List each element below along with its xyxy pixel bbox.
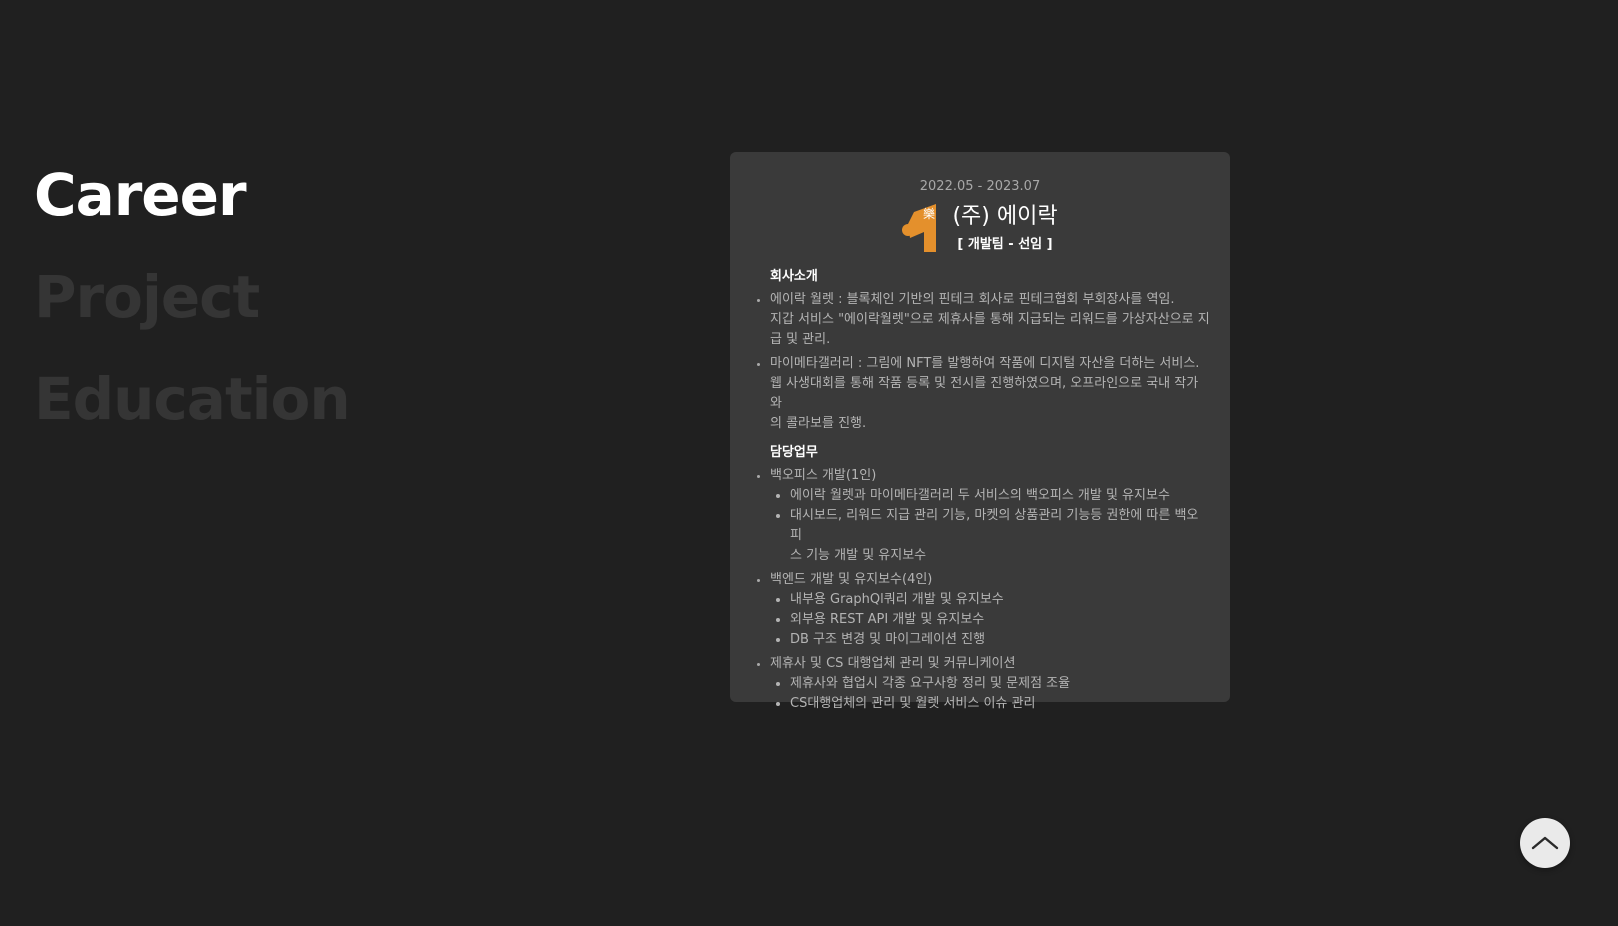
duty-item: 제휴사 및 CS 대행업체 관리 및 커뮤니케이션 제휴사와 협업시 각종 요구… <box>770 654 1210 714</box>
intro-line: 지갑 서비스 "에이락월렛"으로 제휴사를 통해 지급되는 리워드를 가상자산으… <box>770 312 1210 327</box>
duty-sub-line: CS대행업체의 관리 및 월렛 서비스 이슈 관리 <box>790 696 1036 711</box>
company-logo-glyph: 樂 <box>923 206 935 221</box>
intro-line: 의 콜라보를 진행. <box>770 416 867 431</box>
duty-label: 백오피스 개발(1인) <box>770 468 877 483</box>
duty-sub-line: DB 구조 변경 및 마이그레이션 진행 <box>790 632 986 647</box>
intro-line: 급 및 관리. <box>770 332 831 347</box>
duty-sub-line: 대시보드, 리워드 지급 관리 기능, 마켓의 상품관리 기능등 권한에 따른 … <box>790 508 1199 543</box>
chevron-up-icon <box>1531 836 1559 850</box>
intro-item: 마이메타갤러리 : 그림에 NFT를 발행하여 작품에 디지털 자산을 더하는 … <box>770 354 1210 434</box>
company-name: (주) 에이락 <box>952 204 1058 229</box>
duty-label: 백엔드 개발 및 유지보수(4인) <box>770 572 933 587</box>
duty-sub-line: 내부용 GraphQl쿼리 개발 및 유지보수 <box>790 592 1004 607</box>
duty-sub-item: 대시보드, 리워드 지급 관리 기능, 마켓의 상품관리 기능등 권한에 따른 … <box>790 506 1210 566</box>
duty-sub-item: DB 구조 변경 및 마이그레이션 진행 <box>790 630 1210 650</box>
duty-sub-line: 에이락 월렛과 마이메타갤러리 두 서비스의 백오피스 개발 및 유지보수 <box>790 488 1170 503</box>
duty-sub-item: 제휴사와 협업시 각종 요구사항 정리 및 문제점 조율 <box>790 674 1210 694</box>
company-text: (주) 에이락 [ 개발팀 - 선임 ] <box>952 202 1057 254</box>
duty-label: 제휴사 및 CS 대행업체 관리 및 커뮤니케이션 <box>770 656 1016 671</box>
nav-item-education[interactable]: Education <box>34 348 351 450</box>
nav-item-project[interactable]: Project <box>34 246 350 348</box>
company-header: 樂 (주) 에이락 [ 개발팀 - 선임 ] <box>750 202 1210 258</box>
duty-list: 백오피스 개발(1인) 에이락 월렛과 마이메타갤러리 두 서비스의 백오피스 … <box>750 466 1210 714</box>
duty-sub-list: 제휴사와 협업시 각종 요구사항 정리 및 문제점 조율 CS대행업체의 관리 … <box>770 674 1210 714</box>
duty-title: 담당업무 <box>770 445 818 460</box>
company-logo-icon: 樂 <box>902 204 937 252</box>
intro-line: 웹 사생대회를 통해 작품 등록 및 전시를 진행하였으며, 오프라인으로 국내… <box>770 376 1199 411</box>
career-card: 2022.05 - 2023.07 樂 (주) 에이락 [ 개발팀 - 선임 ]… <box>730 152 1230 711</box>
page: Career Project Education 2022.05 - 2023.… <box>0 0 1618 926</box>
duty-sub-line: 제휴사와 협업시 각종 요구사항 정리 및 문제점 조율 <box>790 676 1071 691</box>
duty-sub-line: 스 기능 개발 및 유지보수 <box>790 548 927 563</box>
scroll-top-button[interactable] <box>1520 818 1570 868</box>
intro-line: 마이메타갤러리 : 그림에 NFT를 발행하여 작품에 디지털 자산을 더하는 … <box>770 356 1200 371</box>
career-period: 2022.05 - 2023.07 <box>919 179 1041 194</box>
intro-item: 에이락 월렛 : 블록체인 기반의 핀테크 회사로 핀테크협회 부회장사를 역임… <box>770 290 1210 350</box>
intro-title: 회사소개 <box>770 269 818 284</box>
nav-item-career[interactable]: Career <box>34 144 350 246</box>
duty-sub-line: 외부용 REST API 개발 및 유지보수 <box>790 612 985 627</box>
duty-sub-list: 에이락 월렛과 마이메타갤러리 두 서비스의 백오피스 개발 및 유지보수 대시… <box>770 486 1210 566</box>
duty-item: 백엔드 개발 및 유지보수(4인) 내부용 GraphQl쿼리 개발 및 유지보… <box>770 570 1210 650</box>
section-nav: Career Project Education <box>34 144 351 450</box>
duty-sub-item: 외부용 REST API 개발 및 유지보수 <box>790 610 1210 630</box>
intro-line: 에이락 월렛 : 블록체인 기반의 핀테크 회사로 핀테크협회 부회장사를 역임… <box>770 292 1175 307</box>
duty-item: 백오피스 개발(1인) 에이락 월렛과 마이메타갤러리 두 서비스의 백오피스 … <box>770 466 1210 566</box>
duty-sub-item: 내부용 GraphQl쿼리 개발 및 유지보수 <box>790 590 1210 610</box>
intro-list: 에이락 월렛 : 블록체인 기반의 핀테크 회사로 핀테크협회 부회장사를 역임… <box>750 290 1210 434</box>
duty-sub-item: 에이락 월렛과 마이메타갤러리 두 서비스의 백오피스 개발 및 유지보수 <box>790 486 1210 506</box>
company-role: [ 개발팀 - 선임 ] <box>957 237 1053 252</box>
duty-sub-item: CS대행업체의 관리 및 월렛 서비스 이슈 관리 <box>790 694 1210 714</box>
duty-sub-list: 내부용 GraphQl쿼리 개발 및 유지보수 외부용 REST API 개발 … <box>770 590 1210 650</box>
